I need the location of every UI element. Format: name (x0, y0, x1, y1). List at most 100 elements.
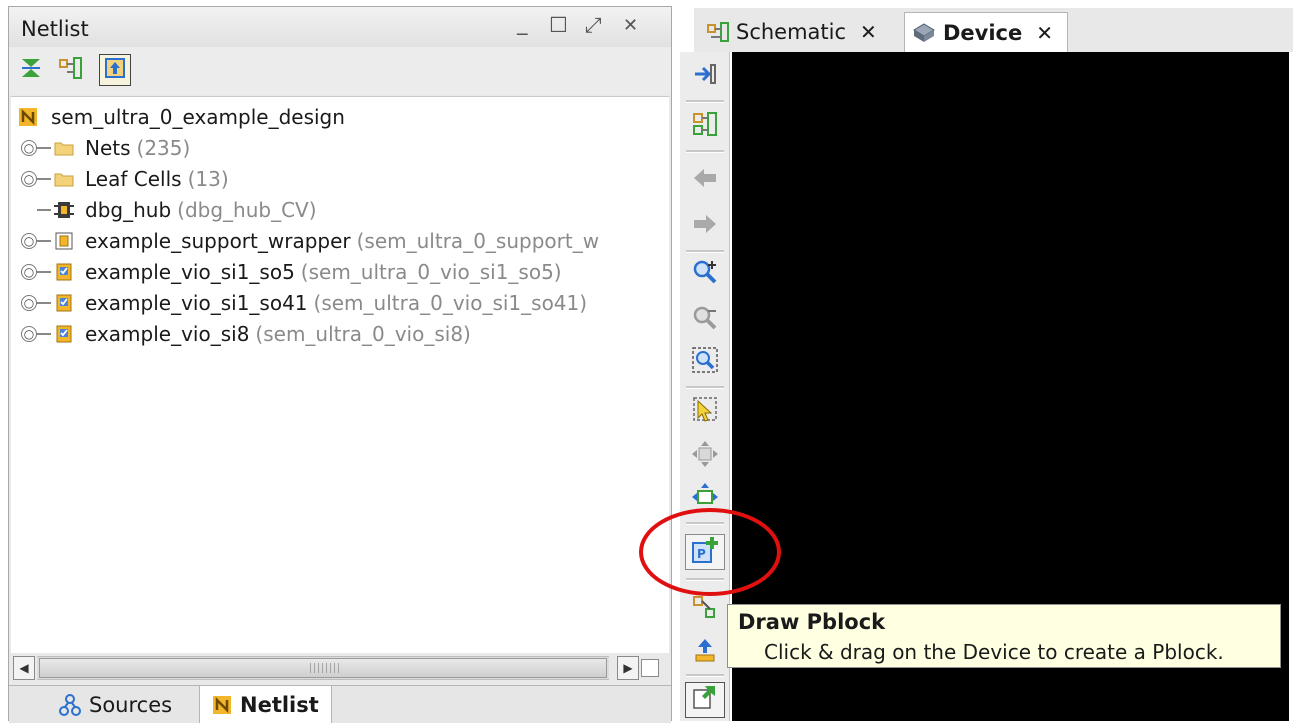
scroll-track[interactable] (37, 656, 609, 680)
tree-item-example-support-wrapper[interactable]: ○ example_support_wrapper (sem_ultra_0_s… (21, 226, 599, 256)
collapse-all-button[interactable] (15, 54, 47, 86)
netlist-titlebar[interactable]: Netlist _ ☐ ⤢ ✕ (9, 7, 671, 47)
route-button[interactable] (685, 592, 725, 628)
tree-item-example-vio-si8[interactable]: ○ example_vio_si8 (sem_ultra_0_vio_si8) (21, 319, 471, 349)
tab-label: Sources (89, 692, 173, 717)
black-box-icon (53, 200, 75, 220)
auto-expand-button[interactable] (99, 54, 131, 86)
tree-item-root[interactable]: sem_ultra_0_example_design (17, 102, 345, 132)
show-hierarchy-icon (58, 56, 84, 84)
toolbar-separator (686, 100, 724, 103)
ip-cell-icon (53, 293, 75, 313)
scroll-corner (641, 659, 659, 677)
back-button[interactable] (685, 162, 725, 198)
tab-label: Netlist (240, 692, 319, 717)
scroll-thumb[interactable] (39, 658, 607, 678)
tree-item-dbg-hub[interactable]: dbg_hub (dbg_hub_CV) (21, 195, 317, 225)
expand-toggle-icon[interactable]: ○ (21, 295, 37, 311)
float-button[interactable]: ⤢ (585, 13, 602, 38)
previous-view-button[interactable] (685, 58, 725, 94)
tree-item-example-vio-si1-so41[interactable]: ○ example_vio_si1_so41 (sem_ultra_0_vio_… (21, 288, 587, 318)
zoom-fit-button[interactable] (685, 344, 725, 380)
tree-item-name: sem_ultra_0_example_design (51, 105, 345, 129)
netlist-root-icon (17, 107, 39, 127)
tab-device[interactable]: Device ✕ (904, 12, 1069, 52)
editor-tab-bar: Schematic ✕ Device ✕ (694, 8, 1293, 52)
zoom-fit-icon (691, 346, 719, 378)
tree-item-example-vio-si1-so5[interactable]: ○ example_vio_si1_so5 (sem_ultra_0_vio_s… (21, 257, 562, 287)
tree-item-name: Nets (85, 136, 131, 160)
panel-tab-bar: Sources Netlist (9, 685, 671, 723)
panel-title: Netlist (21, 17, 89, 41)
tab-netlist[interactable]: Netlist (199, 686, 332, 723)
schematic-view-button[interactable] (685, 108, 725, 144)
toolbar-separator (686, 250, 724, 253)
zoom-in-icon (691, 258, 719, 290)
expand-toggle-icon[interactable]: ○ (21, 140, 37, 156)
autofit-button[interactable] (685, 682, 725, 718)
tree-connector (37, 333, 51, 335)
ip-cell-icon (53, 262, 75, 282)
folder-icon (53, 169, 75, 189)
folder-icon (53, 138, 75, 158)
move-button[interactable] (685, 438, 725, 474)
toolbar-separator (686, 674, 724, 677)
draw-pblock-icon: P (690, 535, 720, 569)
select-arrow-icon (692, 396, 718, 428)
route-icon (692, 595, 718, 625)
zoom-in-button[interactable] (685, 256, 725, 292)
draw-pblock-button[interactable]: P (685, 534, 725, 570)
forward-button[interactable] (685, 208, 725, 244)
resize-icon (691, 482, 719, 514)
tab-schematic[interactable]: Schematic ✕ (706, 12, 885, 52)
tab-sources[interactable]: Sources (59, 686, 172, 723)
toolbar-separator (686, 578, 724, 581)
tree-connector (37, 178, 51, 180)
select-button[interactable] (685, 394, 725, 430)
close-button[interactable]: ✕ (623, 15, 638, 36)
scroll-right-button[interactable]: ▶ (617, 656, 639, 680)
tab-label: Device (943, 20, 1023, 45)
scroll-grip (310, 663, 340, 673)
tree-item-name: example_vio_si8 (85, 322, 250, 346)
expand-toggle-icon[interactable]: ○ (21, 171, 37, 187)
zoom-out-button[interactable] (685, 302, 725, 338)
show-hierarchy-button[interactable] (55, 54, 87, 86)
tree-item-detail: (sem_ultra_0_support_w (356, 229, 600, 253)
place-button[interactable] (685, 634, 725, 670)
tooltip: Draw Pblock Click & drag on the Device t… (727, 604, 1281, 668)
tree-item-nets[interactable]: ○ Nets (235) (21, 133, 190, 163)
horizontal-scrollbar[interactable]: ◀ ▶ (13, 655, 669, 681)
netlist-toolbar (9, 47, 671, 95)
netlist-icon (212, 695, 232, 715)
tab-close-button[interactable]: ✕ (860, 20, 877, 44)
tree-item-leaf-cells[interactable]: ○ Leaf Cells (13) (21, 164, 229, 194)
tree-item-detail: (13) (187, 167, 229, 191)
expand-toggle-icon[interactable]: ○ (21, 264, 37, 280)
netlist-panel: Netlist _ ☐ ⤢ ✕ sem_ultra_0_example_desi… (8, 6, 672, 723)
device-icon (913, 22, 935, 43)
place-icon (692, 637, 718, 667)
expand-toggle-icon[interactable]: ○ (21, 233, 37, 249)
collapse-all-icon (19, 56, 43, 84)
toolbar-separator (686, 386, 724, 389)
resize-button[interactable] (685, 480, 725, 516)
tab-label: Schematic (736, 20, 847, 44)
maximize-button[interactable]: ☐ (549, 13, 568, 37)
tab-close-button[interactable]: ✕ (1036, 21, 1053, 45)
schematic-icon (706, 21, 730, 43)
tree-item-detail: (sem_ultra_0_vio_si1_so41) (313, 291, 588, 315)
auto-expand-icon (104, 57, 126, 83)
tree-item-name: example_vio_si1_so41 (85, 291, 308, 315)
expand-toggle-icon[interactable]: ○ (21, 326, 37, 342)
svg-text:P: P (697, 547, 706, 561)
tree-item-name: Leaf Cells (85, 167, 182, 191)
scroll-left-button[interactable]: ◀ (13, 656, 35, 680)
zoom-out-icon (691, 304, 719, 336)
minimize-button[interactable]: _ (517, 11, 528, 35)
schematic-view-icon (692, 111, 718, 141)
tree-item-detail: (sem_ultra_0_vio_si8) (255, 322, 471, 346)
netlist-tree[interactable]: sem_ultra_0_example_design ○ Nets (235) … (11, 96, 669, 653)
tree-connector (37, 271, 51, 273)
tree-connector (37, 240, 51, 242)
